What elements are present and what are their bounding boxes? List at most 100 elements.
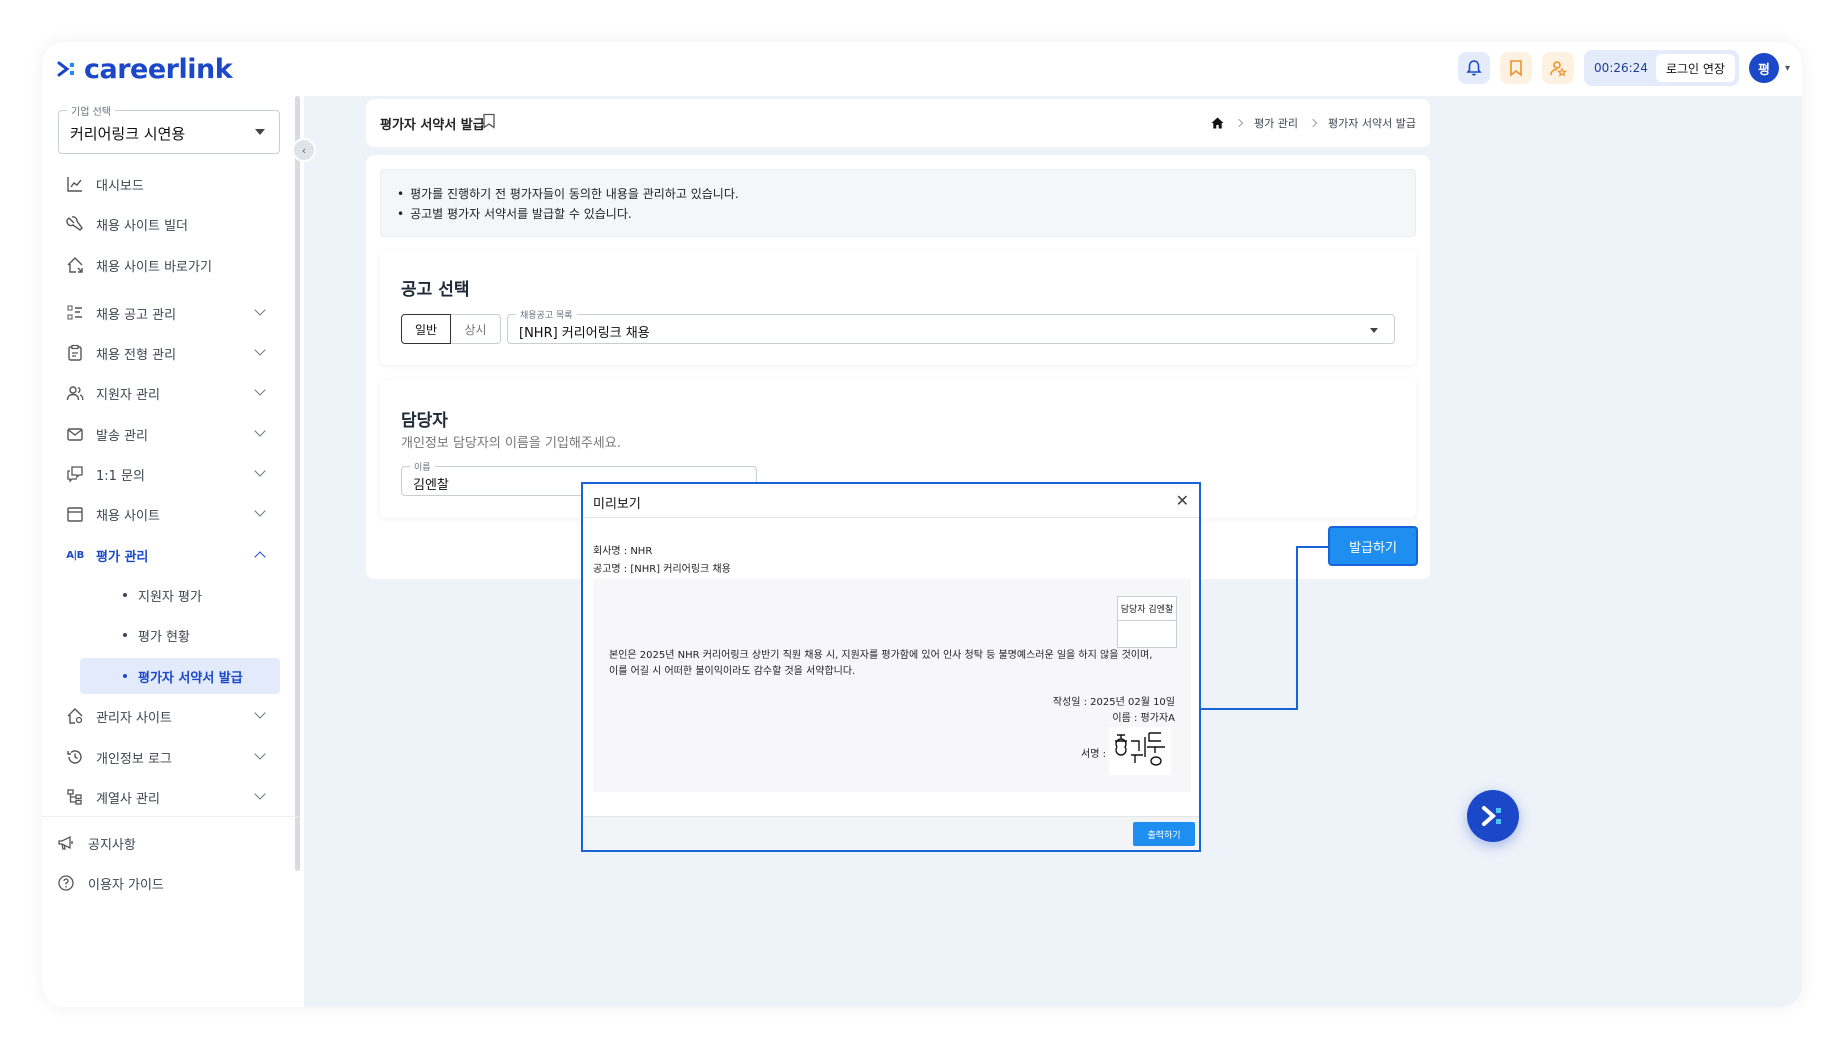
- home-icon[interactable]: [1211, 117, 1224, 129]
- posting-name-line: 공고명 : [NHR] 커리어링크 채용: [593, 564, 731, 575]
- clipboard-icon: [65, 343, 85, 363]
- chevron-down-icon: [254, 465, 266, 477]
- pledge-document: 담당자 김엔찰 본인은 2025년 NHR 커리어링크 상반기 직원 채용 시,…: [593, 579, 1191, 792]
- manager-section-subtitle: 개인정보 담당자의 이름을 기입해주세요.: [401, 436, 621, 451]
- logo-mark-icon: [57, 61, 74, 77]
- top-bar: careerlink 00:26:24 로그인 연장 평 ▾: [42, 42, 1802, 96]
- issue-button[interactable]: 발급하기: [1330, 528, 1416, 564]
- sidebar-item-label: 공지사항: [88, 837, 136, 853]
- sidebar-item-inquiry[interactable]: 1:1 문의: [58, 456, 282, 492]
- mail-icon: [65, 424, 85, 444]
- session-timer: 00:26:24 로그인 연장: [1584, 50, 1739, 86]
- chevron-down-icon[interactable]: ▾: [1785, 63, 1790, 74]
- chart-icon: [65, 174, 85, 194]
- sidebar-subitem-eval-status[interactable]: 평가 현황: [42, 617, 282, 653]
- approval-box: 담당자 김엔찰: [1117, 596, 1177, 648]
- sidebar-item-applicant-mgmt[interactable]: 지원자 관리: [58, 375, 282, 411]
- sidebar-item-site-builder[interactable]: 채용 사이트 빌더: [58, 206, 282, 242]
- chevron-down-icon: [254, 748, 266, 760]
- user-star-icon[interactable]: [1542, 52, 1575, 84]
- bullet-icon: [123, 633, 127, 637]
- window-icon: [65, 504, 85, 524]
- print-button[interactable]: 출력하기: [1133, 822, 1195, 846]
- breadcrumb-separator-icon: [1308, 118, 1318, 128]
- logo[interactable]: careerlink: [56, 52, 233, 86]
- sidebar-item-send-mgmt[interactable]: 발송 관리: [58, 416, 282, 452]
- notification-bell-icon[interactable]: [1458, 52, 1491, 84]
- sidebar-divider: [42, 816, 298, 817]
- megaphone-icon: [56, 833, 76, 853]
- users-icon: [65, 383, 85, 403]
- careerlink-fab-button[interactable]: [1467, 790, 1519, 842]
- chevron-up-icon: [254, 551, 266, 563]
- sidebar-item-admin-site[interactable]: 관리자 사이트: [58, 698, 282, 734]
- tab-always[interactable]: 상시: [451, 314, 501, 344]
- pledge-text: 본인은 2025년 NHR 커리어링크 상반기 직원 채용 시, 지원자를 평가…: [609, 648, 1152, 680]
- sidebar-scrollbar[interactable]: [295, 96, 300, 871]
- bookmark-icon[interactable]: [482, 113, 496, 129]
- sidebar-item-user-guide[interactable]: 이용자 가이드: [50, 865, 280, 901]
- sidebar-item-label: 발송 관리: [96, 428, 148, 444]
- tab-general[interactable]: 일반: [401, 314, 451, 344]
- sidebar-item-site-shortcut[interactable]: 채용 사이트 바로가기: [58, 247, 282, 283]
- info-line: 평가를 진행하기 전 평가자들이 동의한 내용을 관리하고 있습니다.: [397, 184, 1399, 204]
- sidebar-item-label: 1:1 문의: [96, 468, 145, 484]
- manager-name-value: 김엔찰: [413, 478, 449, 493]
- modal-footer: 출력하기: [583, 816, 1199, 850]
- close-icon[interactable]: ✕: [1176, 491, 1189, 510]
- posting-section: 공고 선택 일반 상시 채용공고 목록 [NHR] 커리어링크 채용: [380, 251, 1416, 365]
- posting-select-label: 채용공고 목록: [516, 308, 577, 321]
- approval-box-label: 담당자 김엔찰: [1118, 597, 1176, 621]
- company-select[interactable]: 기업 선택 커리어링크 시연용: [58, 103, 280, 154]
- company-name-line: 회사명 : NHR: [593, 546, 653, 557]
- app-window: careerlink 00:26:24 로그인 연장 평 ▾ 기업 선택 커리어…: [42, 42, 1802, 1007]
- posting-select[interactable]: 채용공고 목록 [NHR] 커리어링크 채용: [507, 308, 1395, 344]
- sidebar-item-label: 채용 공고 관리: [96, 307, 177, 323]
- chevron-down-icon: [254, 425, 266, 437]
- bookmark-top-icon[interactable]: [1500, 52, 1533, 84]
- sidebar-item-process-mgmt[interactable]: 채용 전형 관리: [58, 335, 282, 371]
- posting-section-title: 공고 선택: [401, 280, 470, 300]
- sidebar-item-label: 채용 전형 관리: [96, 347, 177, 363]
- avatar[interactable]: 평: [1748, 53, 1779, 83]
- info-line: 공고별 평가자 서약서를 발급할 수 있습니다.: [397, 204, 1399, 224]
- sidebar-item-notice[interactable]: 공지사항: [50, 825, 280, 861]
- breadcrumb-item[interactable]: 평가 관리: [1254, 115, 1298, 131]
- highlight-connector: [1296, 546, 1332, 548]
- history-icon: [65, 747, 85, 767]
- sidebar-item-dashboard[interactable]: 대시보드: [58, 166, 282, 202]
- sidebar-item-posting-mgmt[interactable]: 채용 공고 관리: [58, 295, 282, 331]
- sidebar-item-label: 이용자 가이드: [88, 877, 164, 893]
- sidebar-collapse-button[interactable]: ‹: [292, 138, 316, 162]
- sidebar-subitem-label: 평가 현황: [138, 629, 190, 645]
- bullet-icon: [123, 593, 127, 597]
- sidebar-item-label: 지원자 관리: [96, 387, 160, 403]
- manager-name-label: 이름: [410, 460, 435, 473]
- page-header: 평가자 서약서 발급 평가 관리 평가자 서약서 발급: [366, 99, 1430, 147]
- sidebar-subitem-pledge-issue[interactable]: 평가자 서약서 발급: [80, 658, 280, 694]
- timer-text: 00:26:24: [1594, 61, 1648, 75]
- evaluator-name: 이름 : 평가자A: [1112, 713, 1175, 724]
- breadcrumb: 평가 관리 평가자 서약서 발급: [1211, 115, 1416, 131]
- modal-header: 미리보기 ✕: [583, 484, 1199, 518]
- sidebar-item-privacy-log[interactable]: 개인정보 로그: [58, 739, 282, 775]
- sidebar-subitem-applicant-eval[interactable]: 지원자 평가: [42, 577, 282, 613]
- extend-login-button[interactable]: 로그인 연장: [1655, 54, 1735, 82]
- bullet-icon: [123, 674, 127, 678]
- sidebar-item-recruit-site[interactable]: 채용 사이트: [58, 496, 282, 532]
- chevron-down-icon: [254, 707, 266, 719]
- breadcrumb-separator-icon: [1234, 118, 1244, 128]
- sidebar: 기업 선택 커리어링크 시연용 대시보드 채용 사이트 빌더 채용 사이트 바로…: [42, 96, 304, 1007]
- company-select-label: 기업 선택: [67, 103, 115, 118]
- logo-mark-icon: [1482, 806, 1501, 826]
- sidebar-item-label: 계열사 관리: [96, 791, 160, 807]
- sidebar-item-affiliate-mgmt[interactable]: 계열사 관리: [58, 779, 282, 815]
- page-title: 평가자 서약서 발급: [380, 118, 485, 133]
- sidebar-item-label: 평가 관리: [96, 549, 149, 565]
- preview-modal: 미리보기 ✕ 회사명 : NHR 공고명 : [NHR] 커리어링크 채용 담당…: [581, 482, 1201, 852]
- signature-label: 서명 :: [1081, 749, 1106, 760]
- sidebar-item-evaluation-mgmt[interactable]: A|B 평가 관리: [58, 537, 282, 573]
- home-gear-icon: [65, 706, 85, 726]
- chevron-down-icon: [254, 304, 266, 316]
- sidebar-item-label: 채용 사이트 바로가기: [96, 259, 212, 275]
